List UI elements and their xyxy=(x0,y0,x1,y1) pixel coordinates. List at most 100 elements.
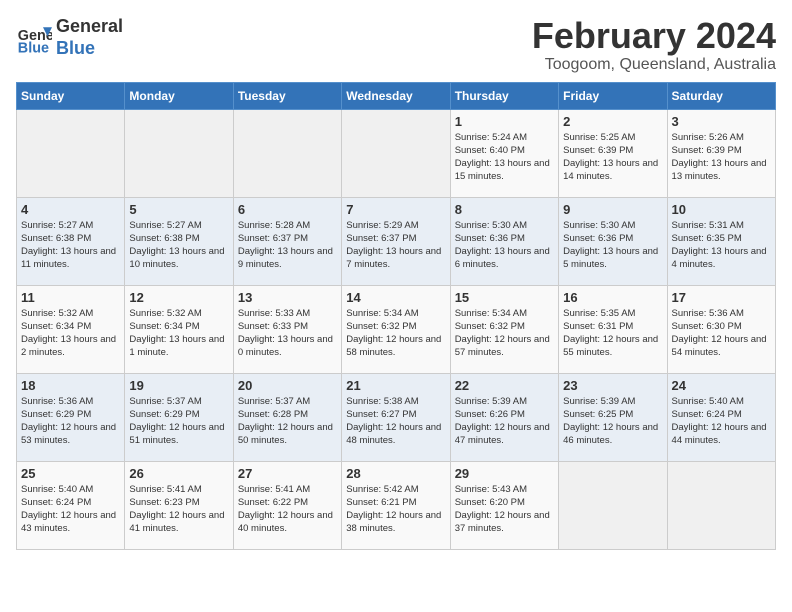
calendar-cell: 2 Sunrise: 5:25 AM Sunset: 6:39 PM Daylig… xyxy=(559,109,667,197)
page-header: General Blue General Blue February 2024 … xyxy=(16,16,776,74)
calendar-cell: 9 Sunrise: 5:30 AM Sunset: 6:36 PM Daylig… xyxy=(559,197,667,285)
day-info: Sunrise: 5:40 AM Sunset: 6:24 PM Dayligh… xyxy=(21,483,120,536)
day-info: Sunrise: 5:33 AM Sunset: 6:33 PM Dayligh… xyxy=(238,307,337,360)
calendar-table: SundayMondayTuesdayWednesdayThursdayFrid… xyxy=(16,82,776,550)
day-number: 29 xyxy=(455,466,554,481)
logo-line1: General xyxy=(56,16,123,38)
day-of-week-header: Tuesday xyxy=(233,82,341,109)
calendar-cell: 24 Sunrise: 5:40 AM Sunset: 6:24 PM Dayli… xyxy=(667,373,775,461)
calendar-cell: 28 Sunrise: 5:42 AM Sunset: 6:21 PM Dayli… xyxy=(342,461,450,549)
day-info: Sunrise: 5:36 AM Sunset: 6:30 PM Dayligh… xyxy=(672,307,771,360)
day-number: 17 xyxy=(672,290,771,305)
day-info: Sunrise: 5:39 AM Sunset: 6:26 PM Dayligh… xyxy=(455,395,554,448)
day-info: Sunrise: 5:32 AM Sunset: 6:34 PM Dayligh… xyxy=(129,307,228,360)
month-title: February 2024 xyxy=(532,16,776,56)
calendar-cell: 29 Sunrise: 5:43 AM Sunset: 6:20 PM Dayli… xyxy=(450,461,558,549)
day-number: 9 xyxy=(563,202,662,217)
calendar-cell: 14 Sunrise: 5:34 AM Sunset: 6:32 PM Dayli… xyxy=(342,285,450,373)
calendar-cell xyxy=(559,461,667,549)
day-info: Sunrise: 5:29 AM Sunset: 6:37 PM Dayligh… xyxy=(346,219,445,272)
calendar-cell: 21 Sunrise: 5:38 AM Sunset: 6:27 PM Dayli… xyxy=(342,373,450,461)
calendar-cell: 6Sunrise: 5:28 AM Sunset: 6:37 PM Daylig… xyxy=(233,197,341,285)
day-info: Sunrise: 5:43 AM Sunset: 6:20 PM Dayligh… xyxy=(455,483,554,536)
day-number: 27 xyxy=(238,466,337,481)
calendar-cell: 4 Sunrise: 5:27 AM Sunset: 6:38 PM Daylig… xyxy=(17,197,125,285)
calendar-cell xyxy=(17,109,125,197)
day-number: 19 xyxy=(129,378,228,393)
title-area: February 2024 Toogoom, Queensland, Austr… xyxy=(532,16,776,74)
calendar-cell xyxy=(667,461,775,549)
day-info: Sunrise: 5:42 AM Sunset: 6:21 PM Dayligh… xyxy=(346,483,445,536)
day-info: Sunrise: 5:30 AM Sunset: 6:36 PM Dayligh… xyxy=(563,219,662,272)
day-number: 10 xyxy=(672,202,771,217)
day-info: Sunrise: 5:26 AM Sunset: 6:39 PM Dayligh… xyxy=(672,131,771,184)
day-info: Sunrise: 5:24 AM Sunset: 6:40 PM Dayligh… xyxy=(455,131,554,184)
day-number: 5 xyxy=(129,202,228,217)
day-number: 14 xyxy=(346,290,445,305)
day-number: 11 xyxy=(21,290,120,305)
day-number: 8 xyxy=(455,202,554,217)
logo-icon: General Blue xyxy=(16,20,52,56)
day-number: 28 xyxy=(346,466,445,481)
day-info: Sunrise: 5:28 AM Sunset: 6:37 PM Dayligh… xyxy=(238,219,337,272)
day-number: 18 xyxy=(21,378,120,393)
location-title: Toogoom, Queensland, Australia xyxy=(532,56,776,74)
day-info: Sunrise: 5:27 AM Sunset: 6:38 PM Dayligh… xyxy=(21,219,120,272)
calendar-cell: 3 Sunrise: 5:26 AM Sunset: 6:39 PM Daylig… xyxy=(667,109,775,197)
day-number: 23 xyxy=(563,378,662,393)
calendar-cell: 11 Sunrise: 5:32 AM Sunset: 6:34 PM Dayli… xyxy=(17,285,125,373)
day-info: Sunrise: 5:39 AM Sunset: 6:25 PM Dayligh… xyxy=(563,395,662,448)
day-of-week-header: Monday xyxy=(125,82,233,109)
day-number: 2 xyxy=(563,114,662,129)
calendar-cell: 20Sunrise: 5:37 AM Sunset: 6:28 PM Dayli… xyxy=(233,373,341,461)
day-info: Sunrise: 5:32 AM Sunset: 6:34 PM Dayligh… xyxy=(21,307,120,360)
calendar-cell: 17 Sunrise: 5:36 AM Sunset: 6:30 PM Dayli… xyxy=(667,285,775,373)
calendar-cell: 13 Sunrise: 5:33 AM Sunset: 6:33 PM Dayli… xyxy=(233,285,341,373)
day-number: 1 xyxy=(455,114,554,129)
calendar-cell: 10 Sunrise: 5:31 AM Sunset: 6:35 PM Dayli… xyxy=(667,197,775,285)
day-number: 16 xyxy=(563,290,662,305)
logo-line2: Blue xyxy=(56,38,123,60)
calendar-cell: 18Sunrise: 5:36 AM Sunset: 6:29 PM Dayli… xyxy=(17,373,125,461)
day-info: Sunrise: 5:34 AM Sunset: 6:32 PM Dayligh… xyxy=(346,307,445,360)
calendar-cell: 16 Sunrise: 5:35 AM Sunset: 6:31 PM Dayli… xyxy=(559,285,667,373)
day-of-week-header: Thursday xyxy=(450,82,558,109)
day-of-week-header: Wednesday xyxy=(342,82,450,109)
calendar-cell xyxy=(125,109,233,197)
calendar-cell: 5 Sunrise: 5:27 AM Sunset: 6:38 PM Daylig… xyxy=(125,197,233,285)
day-number: 12 xyxy=(129,290,228,305)
day-info: Sunrise: 5:27 AM Sunset: 6:38 PM Dayligh… xyxy=(129,219,228,272)
day-of-week-header: Saturday xyxy=(667,82,775,109)
day-number: 21 xyxy=(346,378,445,393)
calendar-cell: 23 Sunrise: 5:39 AM Sunset: 6:25 PM Dayli… xyxy=(559,373,667,461)
day-info: Sunrise: 5:25 AM Sunset: 6:39 PM Dayligh… xyxy=(563,131,662,184)
calendar-cell: 15 Sunrise: 5:34 AM Sunset: 6:32 PM Dayli… xyxy=(450,285,558,373)
calendar-cell xyxy=(342,109,450,197)
day-number: 3 xyxy=(672,114,771,129)
day-info: Sunrise: 5:41 AM Sunset: 6:23 PM Dayligh… xyxy=(129,483,228,536)
day-info: Sunrise: 5:35 AM Sunset: 6:31 PM Dayligh… xyxy=(563,307,662,360)
day-number: 26 xyxy=(129,466,228,481)
logo: General Blue General Blue xyxy=(16,16,123,59)
day-number: 13 xyxy=(238,290,337,305)
calendar-cell: 22 Sunrise: 5:39 AM Sunset: 6:26 PM Dayli… xyxy=(450,373,558,461)
calendar-cell: 19 Sunrise: 5:37 AM Sunset: 6:29 PM Dayli… xyxy=(125,373,233,461)
calendar-cell xyxy=(233,109,341,197)
calendar-cell: 1 Sunrise: 5:24 AM Sunset: 6:40 PM Daylig… xyxy=(450,109,558,197)
day-number: 24 xyxy=(672,378,771,393)
calendar-cell: 26 Sunrise: 5:41 AM Sunset: 6:23 PM Dayli… xyxy=(125,461,233,549)
day-info: Sunrise: 5:37 AM Sunset: 6:29 PM Dayligh… xyxy=(129,395,228,448)
calendar-cell: 7Sunrise: 5:29 AM Sunset: 6:37 PM Daylig… xyxy=(342,197,450,285)
calendar-cell: 25Sunrise: 5:40 AM Sunset: 6:24 PM Dayli… xyxy=(17,461,125,549)
day-info: Sunrise: 5:34 AM Sunset: 6:32 PM Dayligh… xyxy=(455,307,554,360)
day-number: 15 xyxy=(455,290,554,305)
day-of-week-header: Sunday xyxy=(17,82,125,109)
day-number: 4 xyxy=(21,202,120,217)
svg-text:Blue: Blue xyxy=(18,40,49,56)
day-info: Sunrise: 5:31 AM Sunset: 6:35 PM Dayligh… xyxy=(672,219,771,272)
day-number: 22 xyxy=(455,378,554,393)
day-info: Sunrise: 5:41 AM Sunset: 6:22 PM Dayligh… xyxy=(238,483,337,536)
day-info: Sunrise: 5:38 AM Sunset: 6:27 PM Dayligh… xyxy=(346,395,445,448)
day-info: Sunrise: 5:30 AM Sunset: 6:36 PM Dayligh… xyxy=(455,219,554,272)
day-info: Sunrise: 5:40 AM Sunset: 6:24 PM Dayligh… xyxy=(672,395,771,448)
